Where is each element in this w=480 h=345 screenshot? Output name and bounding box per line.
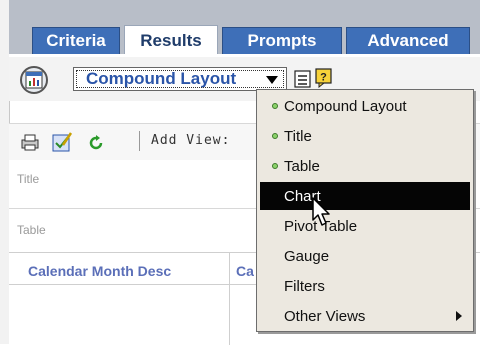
compound-layout-select[interactable]: Compound Layout	[73, 67, 287, 91]
view-dropdown-menu: Compound Layout Title Table Chart Pivot …	[256, 89, 474, 332]
active-view-bullet-icon	[272, 103, 278, 109]
print-icon[interactable]	[20, 132, 40, 152]
svg-text:?: ?	[320, 72, 327, 84]
refresh-icon[interactable]	[88, 133, 106, 151]
view-selector-icon[interactable]	[20, 66, 48, 94]
tab-prompts[interactable]: Prompts	[222, 27, 342, 54]
menu-item-title[interactable]: Title	[260, 122, 470, 150]
tab-strip: Criteria Results Prompts Advanced	[9, 0, 480, 57]
menu-item-label: Other Views	[284, 307, 366, 325]
menu-item-chart[interactable]: Chart	[260, 182, 470, 210]
menu-item-label: Filters	[284, 277, 325, 295]
column-header-calendar-month-desc[interactable]: Calendar Month Desc	[28, 263, 171, 279]
menu-item-filters[interactable]: Filters	[260, 272, 470, 300]
tab-advanced[interactable]: Advanced	[346, 27, 470, 54]
table-column: Calendar Month Desc	[19, 253, 230, 345]
active-view-bullet-icon	[272, 133, 278, 139]
properties-icon[interactable]	[294, 70, 312, 88]
chevron-down-icon	[266, 76, 278, 84]
menu-item-label: Table	[284, 157, 320, 175]
mouse-pointer-icon	[311, 196, 335, 228]
menu-item-compound-layout[interactable]: Compound Layout	[260, 92, 470, 120]
tab-results[interactable]: Results	[124, 25, 218, 55]
menu-item-pivot-table[interactable]: Pivot Table	[260, 212, 470, 240]
menu-item-other-views[interactable]: Other Views	[260, 302, 470, 330]
active-view-bullet-icon	[272, 163, 278, 169]
title-view-label: Title	[17, 172, 40, 186]
table-view-label: Table	[17, 223, 46, 237]
edit-icon[interactable]	[51, 131, 73, 153]
answers-editor: Criteria Results Prompts Advanced Compou…	[0, 0, 480, 345]
submenu-arrow-icon	[456, 311, 462, 321]
menu-item-label: Compound Layout	[284, 97, 407, 115]
add-view-label: Add View:	[151, 133, 231, 148]
help-icon[interactable]: ?	[315, 68, 333, 89]
tab-criteria[interactable]: Criteria	[32, 27, 120, 54]
layout-select-value: Compound Layout	[86, 69, 237, 88]
toolbar-separator	[139, 131, 140, 151]
menu-item-table[interactable]: Table	[260, 152, 470, 180]
menu-item-label: Title	[284, 127, 312, 145]
menu-item-gauge[interactable]: Gauge	[260, 242, 470, 270]
column-header-truncated[interactable]: Ca	[236, 263, 254, 279]
menu-item-label: Gauge	[284, 247, 330, 265]
